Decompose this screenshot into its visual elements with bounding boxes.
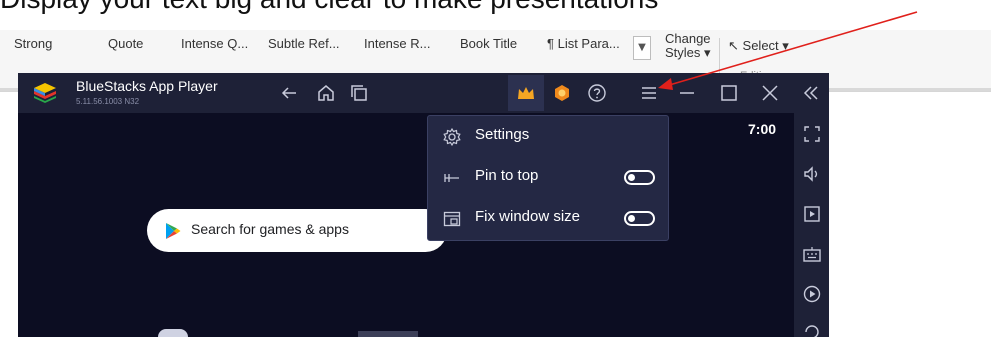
menu-item-pin-to-top[interactable]: Pin to top (428, 158, 670, 198)
back-arrow-icon[interactable] (278, 82, 300, 104)
style-book-title[interactable]: Book Title (460, 36, 517, 51)
help-icon[interactable] (586, 82, 608, 104)
menu-label-fix-window-size: Fix window size (475, 208, 581, 225)
menu-label-settings: Settings (475, 126, 530, 143)
window-lock-icon (442, 209, 462, 229)
style-quote[interactable]: Quote (108, 36, 143, 51)
change-styles-line1: Change (665, 31, 711, 46)
fix-window-size-toggle[interactable] (624, 211, 655, 226)
pin-to-top-toggle[interactable] (624, 170, 655, 185)
menu-item-fix-window-size[interactable]: Fix window size (428, 199, 670, 239)
fullscreen-icon[interactable] (801, 123, 823, 145)
google-play-icon (165, 222, 181, 240)
document-top-text: Display your text big and clear to make … (0, 0, 991, 16)
settings-dropdown-menu: Settings Pin to top Fix window size (427, 115, 669, 241)
android-screen[interactable]: 7:00 Search for games & apps (18, 113, 794, 337)
gear-icon (442, 127, 462, 147)
select-button[interactable]: ↖ Select ▾ (728, 38, 789, 54)
close-icon[interactable] (759, 82, 781, 104)
keyboard-controls-icon[interactable] (801, 243, 823, 265)
recent-apps-icon[interactable] (348, 82, 370, 104)
app-label-partial (358, 331, 418, 337)
style-subtle-reference[interactable]: Subtle Ref... (268, 36, 340, 51)
maximize-icon[interactable] (718, 82, 740, 104)
collapse-sidebar-icon[interactable] (800, 82, 822, 104)
styles-gallery-more-button[interactable]: ▼ (633, 36, 651, 60)
select-label: Select ▾ (742, 38, 789, 53)
menu-label-pin-to-top: Pin to top (475, 167, 539, 184)
toggle-knob (628, 174, 635, 181)
macro-recorder-icon[interactable] (801, 283, 823, 305)
change-styles-line2: Styles ▾ (665, 45, 711, 60)
app-icon-partial[interactable] (158, 329, 188, 337)
bluestacks-titlebar[interactable]: BlueStacks App Player 5.11.56.1003 N32 (18, 73, 829, 113)
style-list-paragraph[interactable]: ¶ List Para... (547, 36, 620, 51)
home-icon[interactable] (315, 82, 337, 104)
style-intense-quote[interactable]: Intense Q... (181, 36, 248, 51)
style-strong[interactable]: Strong (14, 36, 52, 51)
bluestacks-sidebar (794, 113, 829, 337)
app-version: 5.11.56.1003 N32 (76, 97, 140, 106)
bluestacks-logo-icon (32, 81, 58, 105)
volume-icon[interactable] (801, 163, 823, 185)
style-intense-reference[interactable]: Intense R... (364, 36, 430, 51)
menu-item-settings[interactable]: Settings (428, 117, 670, 157)
cursor-icon: ↖ (728, 38, 739, 53)
bluestacks-window: BlueStacks App Player 5.11.56.1003 N32 7… (18, 73, 829, 337)
reward-badge-icon[interactable] (551, 82, 573, 104)
app-title: BlueStacks App Player (76, 78, 218, 94)
media-manager-icon[interactable] (801, 203, 823, 225)
search-placeholder: Search for games & apps (191, 221, 349, 237)
toggle-knob (628, 215, 635, 222)
crown-icon[interactable] (515, 82, 537, 104)
minimize-icon[interactable] (676, 82, 698, 104)
change-styles-button[interactable]: Change Styles ▾ (665, 32, 711, 60)
status-clock: 7:00 (748, 121, 777, 137)
rotate-icon[interactable] (801, 321, 823, 337)
pin-icon (442, 168, 462, 188)
hamburger-menu-icon[interactable] (638, 82, 660, 104)
search-bar[interactable]: Search for games & apps (147, 209, 447, 252)
